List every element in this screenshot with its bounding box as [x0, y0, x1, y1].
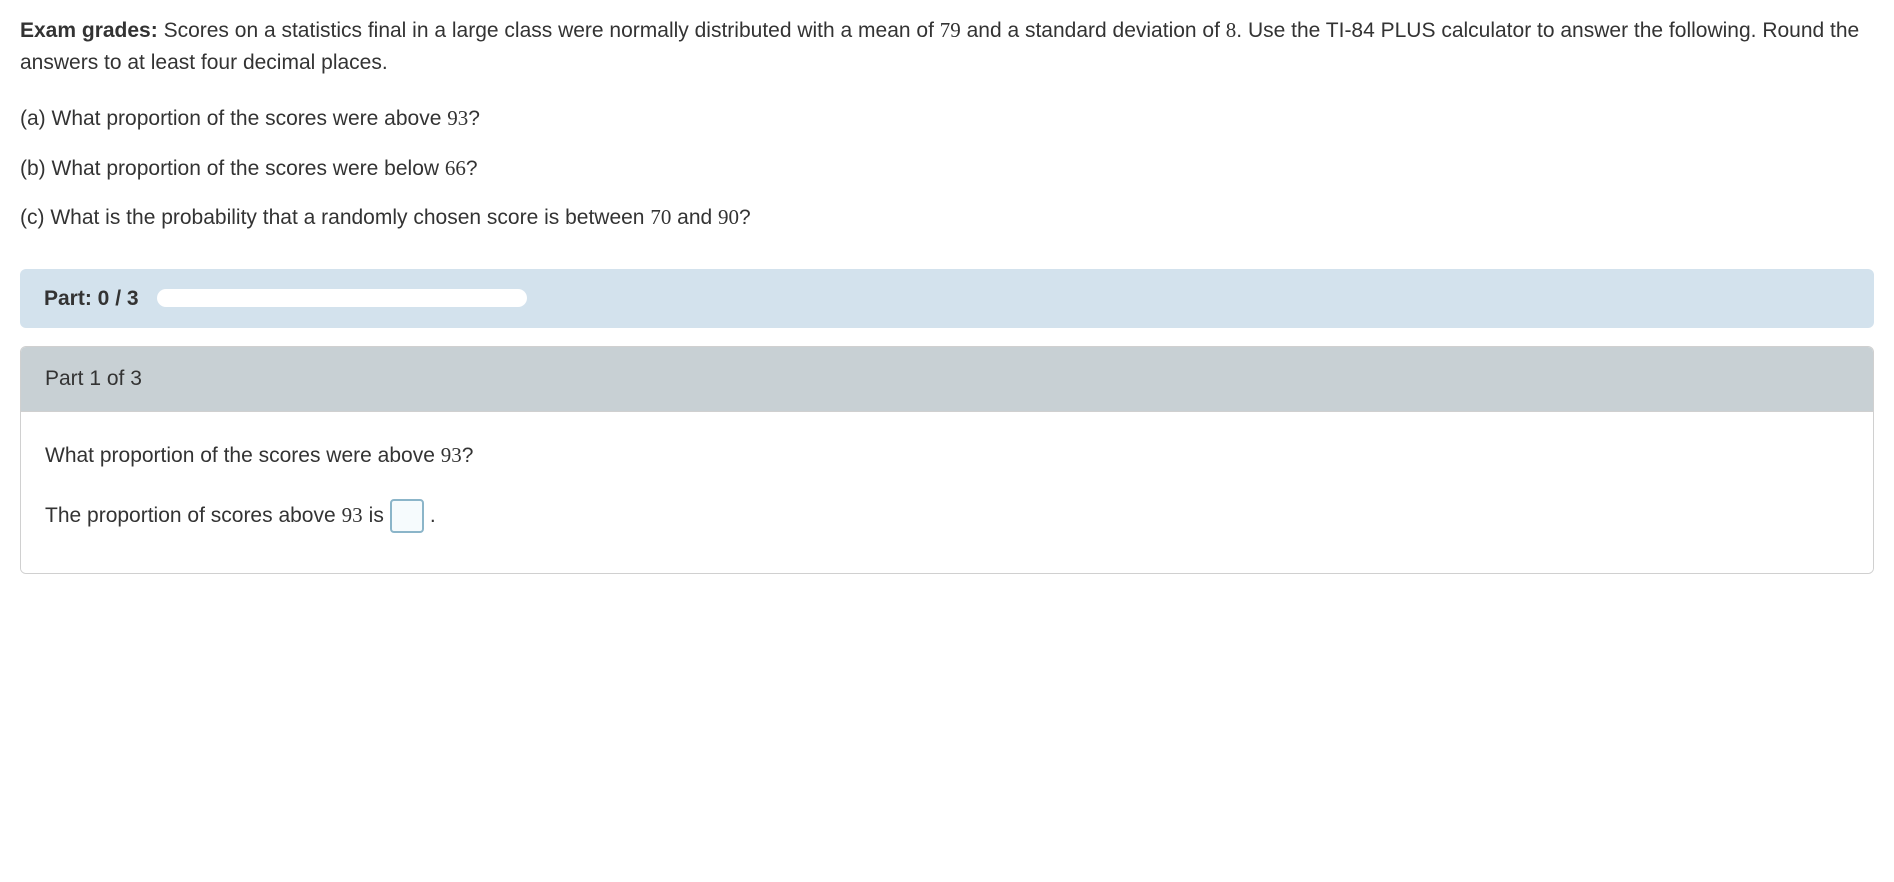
part-1-header-text: Part 1 of 3: [45, 367, 142, 390]
question-a-text2: ?: [468, 107, 480, 130]
question-a-text1: What proportion of the scores were above: [46, 107, 448, 130]
problem-intro-2: and a standard deviation of: [961, 19, 1226, 42]
question-b-text2: ?: [466, 157, 478, 180]
part-1-body: What proportion of the scores were above…: [21, 412, 1873, 574]
part-1-question: What proportion of the scores were above…: [45, 440, 1849, 472]
progress-label: Part: 0 / 3: [44, 283, 139, 315]
question-c-val1: 70: [650, 205, 671, 229]
part-1-answer-text3: .: [430, 500, 436, 532]
question-b-label: (b): [20, 157, 46, 180]
question-a: (a) What proportion of the scores were a…: [20, 103, 1874, 135]
problem-sd: 8: [1226, 18, 1237, 42]
problem-statement: Exam grades: Scores on a statistics fina…: [20, 15, 1874, 78]
part-1-container: Part 1 of 3 What proportion of the score…: [20, 346, 1874, 574]
question-a-label: (a): [20, 107, 46, 130]
part-1-answer-text2: is: [369, 500, 384, 532]
part-1-answer-val: 93: [342, 500, 363, 532]
problem-mean: 79: [940, 18, 961, 42]
question-c-val2: 90: [718, 205, 739, 229]
question-c-label: (c): [20, 206, 45, 229]
question-c-text1: What is the probability that a randomly …: [45, 206, 651, 229]
question-b-val: 66: [445, 156, 466, 180]
part-1-header: Part 1 of 3: [21, 347, 1873, 412]
question-c-and: and: [671, 206, 718, 229]
part-1-question-val: 93: [441, 443, 462, 467]
question-c-text2: ?: [739, 206, 751, 229]
progress-track: [157, 289, 527, 307]
answer-input[interactable]: [390, 499, 424, 533]
question-b: (b) What proportion of the scores were b…: [20, 153, 1874, 185]
question-a-val: 93: [447, 106, 468, 130]
part-1-answer-text1: The proportion of scores above: [45, 500, 336, 532]
part-1-answer-line: The proportion of scores above 93 is .: [45, 499, 1849, 533]
question-b-text1: What proportion of the scores were below: [46, 157, 445, 180]
part-1-question-text2: ?: [462, 444, 474, 467]
progress-bar: Part: 0 / 3: [20, 269, 1874, 329]
problem-title: Exam grades:: [20, 19, 158, 42]
question-c: (c) What is the probability that a rando…: [20, 202, 1874, 234]
problem-intro-1: Scores on a statistics final in a large …: [158, 19, 940, 42]
part-1-question-text1: What proportion of the scores were above: [45, 444, 441, 467]
